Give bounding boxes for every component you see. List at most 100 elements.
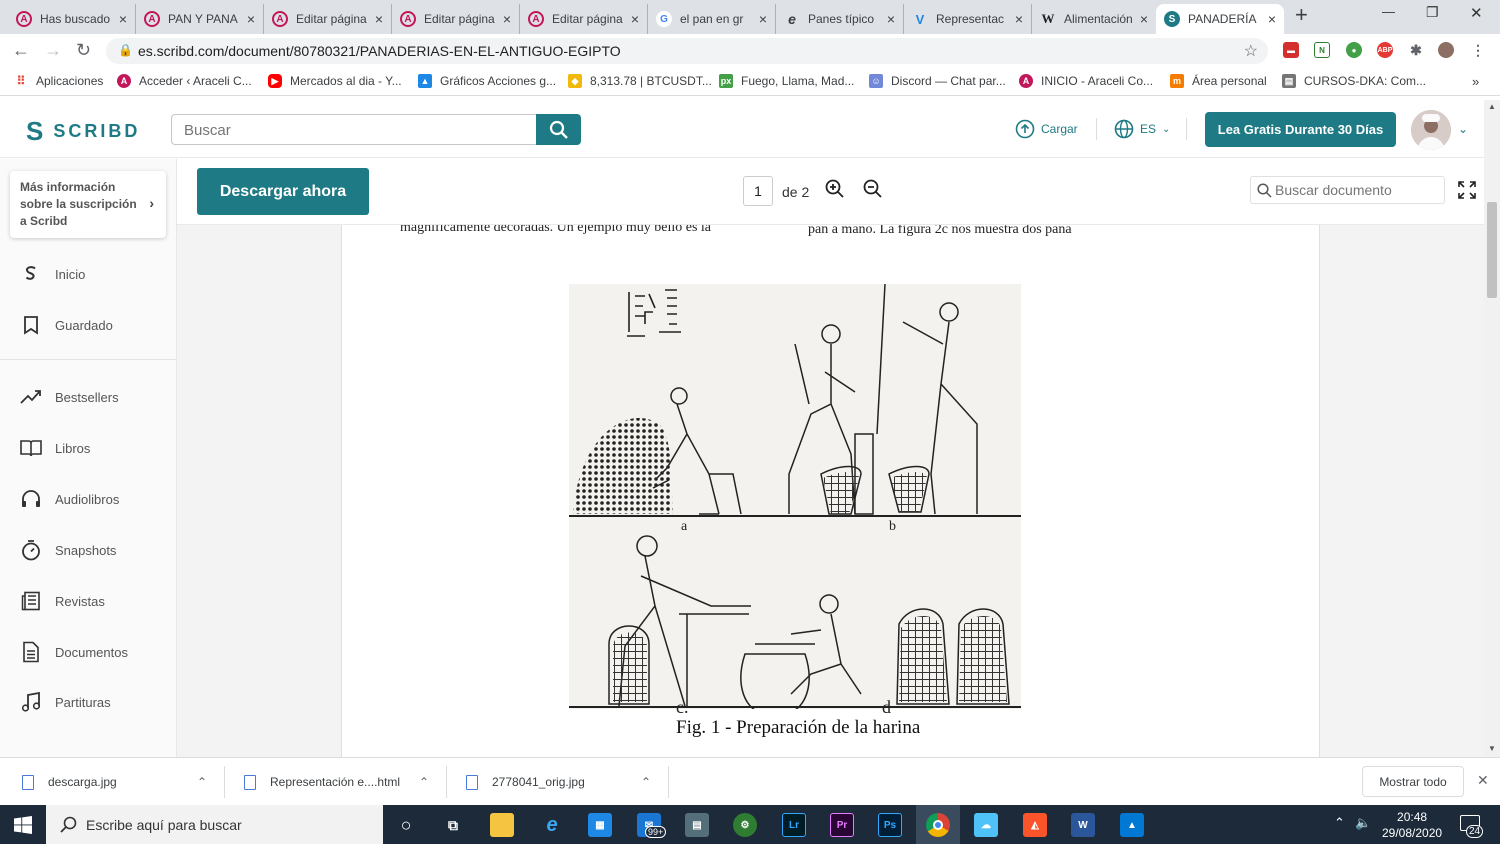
sidebar-item-snapshots[interactable]: Snapshots	[20, 539, 116, 561]
puzzle-extensions-icon[interactable]: ✱	[1408, 42, 1424, 58]
tab-close-icon[interactable]: ×	[631, 11, 639, 27]
download-item[interactable]: 2778041_orig.jpg ⌃	[466, 770, 656, 794]
page-number-input[interactable]: 1	[743, 176, 773, 206]
forward-arrow-icon[interactable]: →	[44, 40, 62, 61]
profile-avatar-icon[interactable]	[1438, 42, 1454, 58]
bookmark-item[interactable]: A Acceder ‹ Araceli C...	[117, 74, 252, 88]
browser-tab[interactable]: G el pan en gr ×	[648, 4, 776, 34]
bookmark-item[interactable]: ▤ CURSOS-DKA: Com...	[1282, 74, 1426, 88]
sidebar-item-partituras[interactable]: Partituras	[20, 691, 111, 713]
upload-button[interactable]: Cargar	[1015, 119, 1078, 139]
download-item[interactable]: Representación e....html ⌃	[244, 770, 434, 794]
tab-close-icon[interactable]: ×	[887, 11, 895, 27]
fullscreen-icon[interactable]	[1458, 181, 1476, 204]
download-now-button[interactable]: Descargar ahora	[197, 168, 369, 215]
tab-close-icon[interactable]: ×	[759, 11, 767, 27]
back-arrow-icon[interactable]: ←	[12, 40, 30, 61]
browser-tab-active[interactable]: S PANADERÍA ×	[1156, 4, 1284, 34]
premiere-icon[interactable]: Pr	[830, 813, 854, 837]
tab-close-icon[interactable]: ×	[1015, 11, 1023, 27]
search-button[interactable]	[536, 114, 581, 145]
browser-tab[interactable]: A Editar página ×	[264, 4, 392, 34]
bookmark-item[interactable]: A INICIO - Araceli Co...	[1019, 74, 1153, 88]
app-icon[interactable]: ☁	[974, 813, 998, 837]
new-tab-button[interactable]: +	[1295, 2, 1308, 28]
close-downloads-icon[interactable]: ✕	[1477, 772, 1489, 789]
scroll-down-icon[interactable]: ▼	[1488, 744, 1496, 753]
subscription-info-card[interactable]: Más información sobre la suscripción a S…	[10, 171, 166, 238]
close-window-button[interactable]: ✕	[1470, 4, 1483, 22]
account-chevron-down-icon[interactable]: ⌄	[1458, 122, 1468, 136]
chrome-icon[interactable]	[926, 813, 950, 837]
download-item[interactable]: descarga.jpg ⌃	[22, 770, 212, 794]
task-view-icon[interactable]: ⧉	[441, 813, 465, 837]
calculator-icon[interactable]: ▤	[685, 813, 709, 837]
scrollbar-thumb[interactable]	[1487, 202, 1497, 298]
tab-close-icon[interactable]: ×	[119, 11, 127, 27]
bookmark-item[interactable]: ◆ 8,313.78 | BTCUSDT...	[568, 74, 712, 88]
chevron-up-icon[interactable]: ⌃	[419, 775, 429, 789]
store-icon[interactable]: ▦	[588, 813, 612, 837]
minimize-button[interactable]: —	[1382, 4, 1395, 19]
lightroom-icon[interactable]: Lr	[782, 813, 806, 837]
search-input[interactable]: Buscar	[171, 114, 537, 145]
zoom-in-icon[interactable]	[825, 179, 845, 204]
file-explorer-icon[interactable]	[490, 813, 514, 837]
sidebar-item-guardado[interactable]: Guardado	[20, 314, 113, 336]
sidebar-item-inicio[interactable]: Inicio	[20, 263, 85, 285]
browser-tab[interactable]: A Has buscado ×	[8, 4, 136, 34]
vertical-scrollbar[interactable]: ▲ ▼	[1484, 100, 1500, 757]
free-trial-button[interactable]: Lea Gratis Durante 30 Días	[1205, 112, 1396, 147]
bookmark-item[interactable]: ▲ Gráficos Acciones g...	[418, 74, 556, 88]
tab-close-icon[interactable]: ×	[1268, 11, 1276, 27]
volume-icon[interactable]: 🔈	[1355, 815, 1371, 831]
bookmark-item[interactable]: ☺ Discord — Chat par...	[869, 74, 1006, 88]
browser-tab[interactable]: e Panes típico ×	[776, 4, 904, 34]
brave-icon[interactable]: ◭	[1023, 813, 1047, 837]
bookmark-item[interactable]: px Fuego, Llama, Mad...	[719, 74, 854, 88]
start-button[interactable]	[0, 805, 46, 844]
tab-close-icon[interactable]: ×	[375, 11, 383, 27]
chevron-up-icon[interactable]: ⌃	[197, 775, 207, 789]
tab-close-icon[interactable]: ×	[247, 11, 255, 27]
sidebar-item-revistas[interactable]: Revistas	[20, 590, 105, 612]
bookmark-item[interactable]: ▶ Mercados al dia - Y...	[268, 74, 402, 88]
edge-browser-icon[interactable]: e	[540, 813, 564, 837]
extension-icon[interactable]: ▬	[1283, 42, 1299, 58]
extension-icon[interactable]: ●	[1346, 42, 1362, 58]
browser-tab[interactable]: A PAN Y PANA ×	[136, 4, 264, 34]
address-bar[interactable]: 🔒 es.scribd.com/document/80780321/PANADE…	[106, 38, 1268, 64]
app-icon[interactable]: ⚙	[733, 813, 757, 837]
document-search-input[interactable]: Buscar documento	[1250, 176, 1445, 204]
restore-button[interactable]: ❐	[1426, 4, 1439, 21]
taskbar-search-input[interactable]: Escribe aquí para buscar	[46, 805, 383, 844]
bookmark-item[interactable]: m Área personal	[1170, 74, 1267, 88]
sidebar-item-bestsellers[interactable]: Bestsellers	[20, 386, 119, 408]
tray-chevron-up-icon[interactable]: ⌃	[1334, 815, 1345, 831]
scribd-logo[interactable]: S SCRIBD	[26, 116, 140, 147]
bookmark-star-icon[interactable]: ☆	[1244, 41, 1258, 61]
bookmarks-overflow-icon[interactable]: »	[1472, 74, 1479, 89]
language-selector[interactable]: ES ⌄	[1114, 119, 1170, 139]
taskbar-clock[interactable]: 20:48 29/08/2020	[1382, 809, 1442, 841]
zoom-out-icon[interactable]	[863, 179, 883, 204]
chevron-up-icon[interactable]: ⌃	[641, 775, 651, 789]
photoshop-icon[interactable]: Ps	[878, 813, 902, 837]
tab-close-icon[interactable]: ×	[1140, 11, 1148, 27]
browser-tab[interactable]: V Representac ×	[904, 4, 1032, 34]
scroll-up-icon[interactable]: ▲	[1488, 102, 1496, 111]
bookmark-item[interactable]: ⠿ Aplicaciones	[14, 74, 104, 88]
sidebar-item-documentos[interactable]: Documentos	[20, 641, 128, 663]
chrome-menu-icon[interactable]: ⋮	[1470, 42, 1486, 58]
show-all-downloads-button[interactable]: Mostrar todo	[1362, 766, 1464, 797]
sidebar-item-audiolibros[interactable]: Audiolibros	[20, 488, 119, 510]
extension-n-icon[interactable]: N	[1314, 42, 1330, 58]
sidebar-item-libros[interactable]: Libros	[20, 437, 90, 459]
photos-icon[interactable]: ▲	[1120, 813, 1144, 837]
reload-icon[interactable]: ↻	[76, 40, 91, 61]
adblock-icon[interactable]: ABP	[1377, 42, 1393, 58]
cortana-icon[interactable]: ○	[394, 813, 418, 837]
tab-close-icon[interactable]: ×	[503, 11, 511, 27]
user-avatar[interactable]	[1411, 110, 1451, 150]
browser-tab[interactable]: A Editar página ×	[520, 4, 648, 34]
